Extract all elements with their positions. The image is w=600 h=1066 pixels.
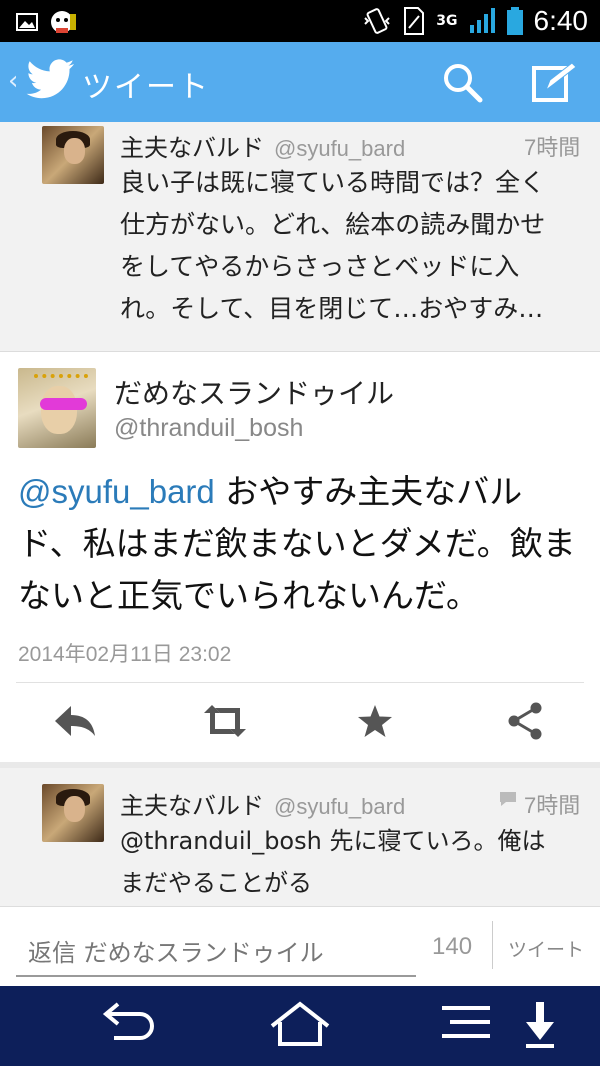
divider — [16, 682, 584, 683]
avatar[interactable] — [42, 126, 104, 184]
reply-icon — [55, 706, 95, 736]
download-icon[interactable] — [522, 1000, 558, 1050]
tweet-line: れ。そして、目を閉じて…おやすみ… — [120, 294, 544, 323]
search-icon[interactable] — [440, 60, 484, 104]
conversation-icon — [500, 792, 516, 806]
reply-bar: 返信 だめなスランドゥイル 140 ツイート — [0, 906, 600, 986]
tweet-line: をしてやるからさっさとベッドに入 — [120, 252, 520, 281]
action-bar: ‹ ツイート — [0, 42, 600, 122]
navigation-bar — [0, 986, 600, 1066]
tweet-line: まだやることがる — [120, 869, 312, 897]
favorite-button[interactable] — [350, 698, 400, 744]
gallery-icon — [16, 13, 38, 31]
main-author-handle[interactable]: @thranduil_bosh — [114, 414, 303, 443]
tweet-text-part: おやすみ主夫なバル — [214, 472, 523, 511]
tweet-text: @thranduil_bosh 先に寝ていろ。俺は まだやることがる — [120, 820, 590, 904]
tweet-text-part: ないと正気でいられないんだ。 — [18, 576, 480, 615]
author-handle: @syufu_bard — [274, 136, 406, 161]
author-name: 主夫なバルド — [120, 134, 264, 162]
mascot-icon — [51, 11, 76, 33]
avatar[interactable] — [42, 784, 104, 842]
main-tweet-text: @syufu_bard おやすみ主夫なバル ド、私はまだ飲まないとダメだ。飲ま … — [18, 466, 588, 622]
divider — [492, 921, 493, 969]
tweet-button[interactable]: ツイート — [508, 935, 584, 962]
reply-input[interactable]: 返信 だめなスランドゥイル — [16, 929, 416, 977]
sim-icon — [404, 7, 425, 35]
main-avatar[interactable] — [18, 368, 96, 448]
tweet-line: @thranduil_bosh 先に寝ていろ。俺は — [120, 827, 546, 855]
battery-icon — [506, 7, 523, 35]
tweet-time: 7時間 — [524, 135, 581, 160]
tweet-line: 良い子は既に寝ている時間では？全く — [120, 168, 546, 197]
tweet-author: 主夫なバルド @syufu_bard — [120, 786, 405, 821]
share-icon — [508, 702, 542, 740]
home-icon[interactable] — [268, 1000, 332, 1048]
tweet-date: 2014年02月11日 23:02 — [18, 643, 232, 666]
retweet-icon — [204, 705, 246, 737]
tweet-text: 良い子は既に寝ている時間では？全く 仕方がない。どれ、絵本の読み聞かせ をしてや… — [120, 162, 590, 330]
network-type: 3G — [436, 13, 458, 29]
mention-link[interactable]: @syufu_bard — [18, 473, 215, 510]
clock: 6:40 — [533, 5, 589, 36]
menu-icon[interactable] — [438, 1000, 494, 1044]
main-author-name[interactable]: だめなスランドゥイル — [114, 372, 394, 412]
share-button[interactable] — [500, 698, 550, 744]
favorite-icon — [358, 705, 392, 737]
char-count: 140 — [432, 933, 473, 960]
tweet-text-part: ド、私はまだ飲まないとダメだ。飲ま — [18, 524, 576, 563]
back-chevron-icon[interactable]: ‹ — [8, 66, 18, 96]
page-title: ツイート — [82, 70, 210, 105]
compose-icon[interactable] — [530, 60, 578, 104]
back-icon[interactable] — [100, 1000, 160, 1044]
signal-icon — [469, 8, 495, 33]
retweet-button[interactable] — [200, 698, 250, 744]
tweet-time: 7時間 — [524, 793, 581, 818]
reply-button[interactable] — [50, 698, 100, 744]
twitter-bird-icon[interactable] — [26, 58, 76, 104]
author-name: 主夫なバルド — [120, 792, 264, 820]
tweet-author: 主夫なバルド @syufu_bard — [120, 128, 405, 163]
status-bar: 3G 6:40 — [0, 0, 600, 42]
tweet-line: 仕方がない。どれ、絵本の読み聞かせ — [120, 210, 546, 239]
author-handle: @syufu_bard — [274, 794, 406, 819]
vibrate-icon — [364, 8, 390, 34]
